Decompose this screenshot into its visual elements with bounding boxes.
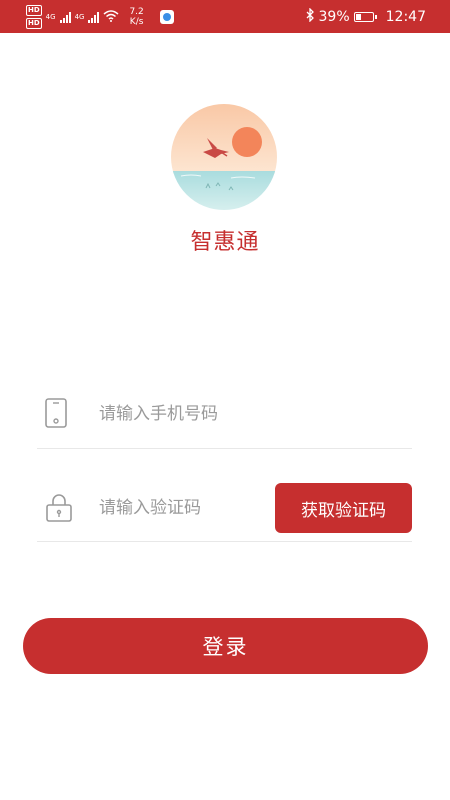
status-left: HD HD 4G 4G 7.2 K/s [26, 4, 174, 29]
lock-icon [45, 493, 73, 527]
hd-badge: HD [26, 17, 42, 29]
network-type: 4G [74, 12, 85, 21]
get-code-button[interactable]: 获取验证码 [275, 483, 412, 533]
app-notification-icon [159, 9, 174, 24]
login-button[interactable]: 登录 [23, 618, 428, 674]
phone-input[interactable] [97, 403, 321, 425]
status-bar: HD HD 4G 4G 7.2 K/s 39% 12:47 [0, 0, 450, 33]
network-type: 4G [45, 12, 56, 21]
bluetooth-icon [306, 6, 315, 26]
wifi-icon [103, 7, 119, 26]
app-title: 智惠通 [190, 230, 260, 255]
status-right: 39% 12:47 [306, 0, 426, 33]
network-speed: 7.2 K/s [129, 6, 144, 27]
phone-icon [45, 398, 67, 432]
battery-percent: 39% [318, 8, 350, 25]
phone-field [37, 365, 412, 449]
hd-badge: HD [26, 4, 42, 16]
signal-icon [88, 11, 100, 23]
code-field: 获取验证码 [37, 465, 412, 542]
battery-level-fill [355, 13, 362, 20]
logo-illustration [171, 104, 277, 210]
signal-icon [59, 11, 71, 23]
app-logo [171, 104, 277, 210]
code-input[interactable] [97, 497, 271, 519]
clock: 12:47 [385, 8, 426, 25]
battery-icon [353, 11, 377, 22]
